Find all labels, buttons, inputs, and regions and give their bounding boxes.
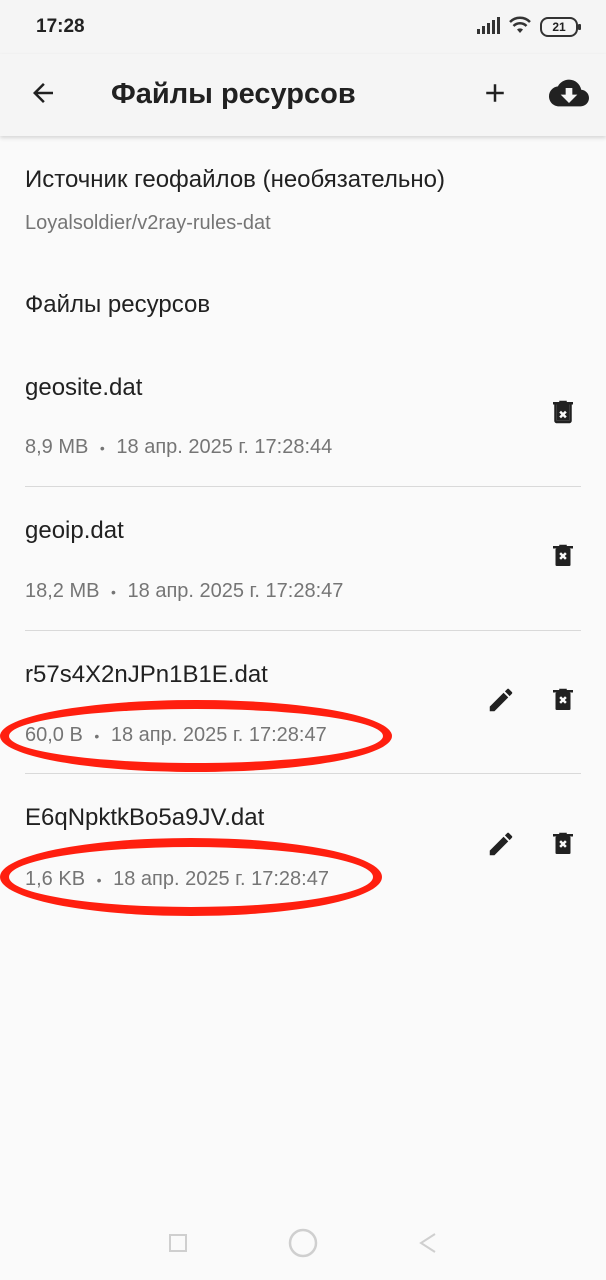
delete-icon [548,829,578,864]
wifi-icon [508,16,532,39]
file-date: 18 апр. 2025 г. 17:28:47 [113,868,329,890]
delete-button[interactable] [545,828,581,864]
pencil-icon [486,685,516,720]
file-meta: 18,2 MB • 18 апр. 2025 г. 17:28:47 [25,580,343,603]
divider [25,773,581,774]
delete-icon [548,685,578,720]
plus-icon [480,78,510,113]
battery-icon: 21 [540,17,581,37]
geofiles-source-value: Loyalsoldier/v2ray-rules-dat [25,212,271,234]
delete-button[interactable] [545,684,581,720]
file-name: E6qNpktkBo5a9JV.dat [25,804,265,831]
system-nav-bar [0,1210,606,1280]
arrow-left-icon [28,78,58,113]
file-name: r57s4X2nJPn1B1E.dat [25,661,268,688]
home-icon [287,1227,319,1264]
back-button[interactable] [20,54,66,136]
delete-button[interactable] [545,540,581,576]
delete-icon [548,397,578,432]
edit-button[interactable] [483,684,519,720]
recent-apps-button[interactable] [158,1210,198,1280]
signal-icon [476,16,500,39]
file-meta: 8,9 MB • 18 апр. 2025 г. 17:28:44 [25,436,332,459]
app-bar: Файлы ресурсов [0,54,606,136]
meta-separator: • [94,727,100,744]
divider [25,630,581,631]
file-date: 18 апр. 2025 г. 17:28:47 [127,580,344,602]
file-date: 18 апр. 2025 г. 17:28:44 [116,436,333,458]
meta-separator: • [99,439,105,456]
recent-apps-icon [167,1232,189,1259]
status-icons: 21 [476,16,581,39]
file-size: 60,0 B [25,724,83,746]
download-button[interactable] [545,54,593,136]
back-icon [416,1231,440,1260]
section-title: Файлы ресурсов [25,291,211,318]
meta-separator: • [96,871,102,888]
nav-back-button[interactable] [408,1210,448,1280]
file-size: 18,2 MB [25,580,100,602]
status-bar: 17:28 21 [0,0,606,54]
file-name: geosite.dat [25,374,143,401]
home-button[interactable] [283,1210,323,1280]
file-size: 8,9 MB [25,436,89,458]
page-title: Файлы ресурсов [111,78,356,110]
status-time: 17:28 [36,16,85,37]
cloud-download-icon [549,73,589,118]
file-date: 18 апр. 2025 г. 17:28:47 [110,724,327,746]
delete-icon [548,541,578,576]
file-name: geoip.dat [25,517,124,544]
delete-button[interactable] [545,396,581,432]
geofiles-source-title: Источник геофайлов (необязательно) [25,166,445,193]
divider [25,486,581,487]
pencil-icon [486,829,516,864]
file-meta: 1,6 KB • 18 апр. 2025 г. 17:28:47 [25,868,329,891]
file-size: 1,6 KB [25,868,86,890]
meta-separator: • [111,583,116,600]
add-button[interactable] [472,54,518,136]
file-meta: 60,0 B • 18 апр. 2025 г. 17:28:47 [25,724,327,747]
edit-button[interactable] [483,828,519,864]
